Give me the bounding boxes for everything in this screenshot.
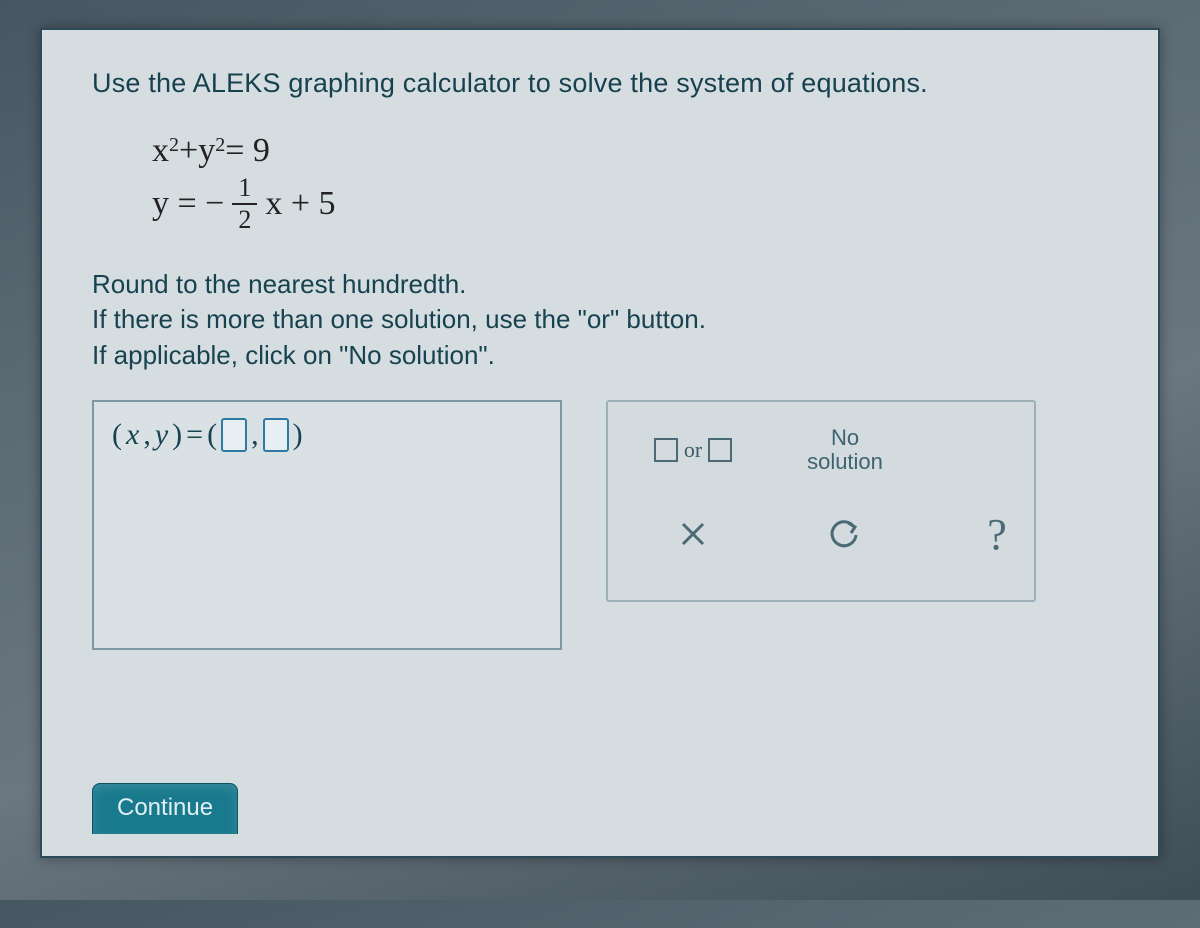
or-label: or	[684, 437, 702, 463]
eq2-frac-den: 2	[238, 205, 251, 233]
eq2-after: x + 5	[265, 180, 335, 228]
continue-button[interactable]: Continue	[92, 783, 238, 834]
problem-sheet: Use the ALEKS graphing calculator to sol…	[40, 28, 1160, 858]
directions-line-2: If there is more than one solution, use …	[92, 302, 1108, 338]
ans-var-y: y	[155, 418, 168, 452]
eq2-fraction: 1 2	[232, 175, 257, 233]
ans-pclose: )	[293, 418, 303, 452]
ans-var-x: x	[126, 418, 139, 452]
instruction-text: Use the ALEKS graphing calculator to sol…	[92, 68, 1108, 99]
equation-1: x2+y2= 9	[152, 127, 1108, 175]
help-button[interactable]: ?	[946, 502, 1048, 566]
ans-close: )	[172, 418, 182, 452]
ans-equals: =	[186, 418, 203, 452]
tool-row-2: ?	[622, 502, 1020, 566]
ans-sep: ,	[251, 418, 259, 452]
eq1-x: x	[152, 132, 169, 169]
tool-row-1: or No solution	[622, 418, 1020, 482]
ans-comma1: ,	[143, 418, 151, 452]
no-solution-line1: No	[831, 426, 859, 450]
eq1-exp-a: 2	[169, 134, 179, 156]
or-button[interactable]: or	[642, 418, 744, 482]
undo-icon	[828, 517, 862, 551]
eq1-y: y	[198, 132, 215, 169]
equation-block: x2+y2= 9 y = − 1 2 x + 5	[92, 127, 1108, 233]
tool-panel: or No solution	[606, 400, 1036, 602]
equation-2: y = − 1 2 x + 5	[152, 175, 1108, 233]
no-solution-button[interactable]: No solution	[794, 418, 896, 482]
directions-line-3: If applicable, click on "No solution".	[92, 338, 1108, 374]
question-mark-icon: ?	[987, 509, 1007, 560]
continue-label: Continue	[117, 794, 213, 821]
no-solution-line2: solution	[807, 450, 883, 474]
reset-button[interactable]	[794, 502, 896, 566]
ans-popen: (	[207, 418, 217, 452]
directions-block: Round to the nearest hundredth. If there…	[92, 267, 1108, 375]
ans-open: (	[112, 418, 122, 452]
x-icon	[678, 519, 708, 549]
eq1-rhs: = 9	[225, 132, 270, 169]
eq1-plus: +	[179, 132, 198, 169]
eq2-lhs: y = −	[152, 180, 224, 228]
answer-box[interactable]: ( x , y ) = ( , )	[92, 400, 562, 650]
directions-line-1: Round to the nearest hundredth.	[92, 267, 1108, 303]
or-box-left-icon	[654, 438, 678, 462]
work-row: ( x , y ) = ( , ) or	[92, 400, 1108, 650]
eq2-frac-num: 1	[232, 175, 257, 205]
or-box-right-icon	[708, 438, 732, 462]
x-input-slot[interactable]	[221, 418, 247, 452]
clear-button[interactable]	[642, 502, 744, 566]
answer-line: ( x , y ) = ( , )	[112, 418, 542, 452]
y-input-slot[interactable]	[263, 418, 289, 452]
eq1-exp-b: 2	[215, 134, 225, 156]
